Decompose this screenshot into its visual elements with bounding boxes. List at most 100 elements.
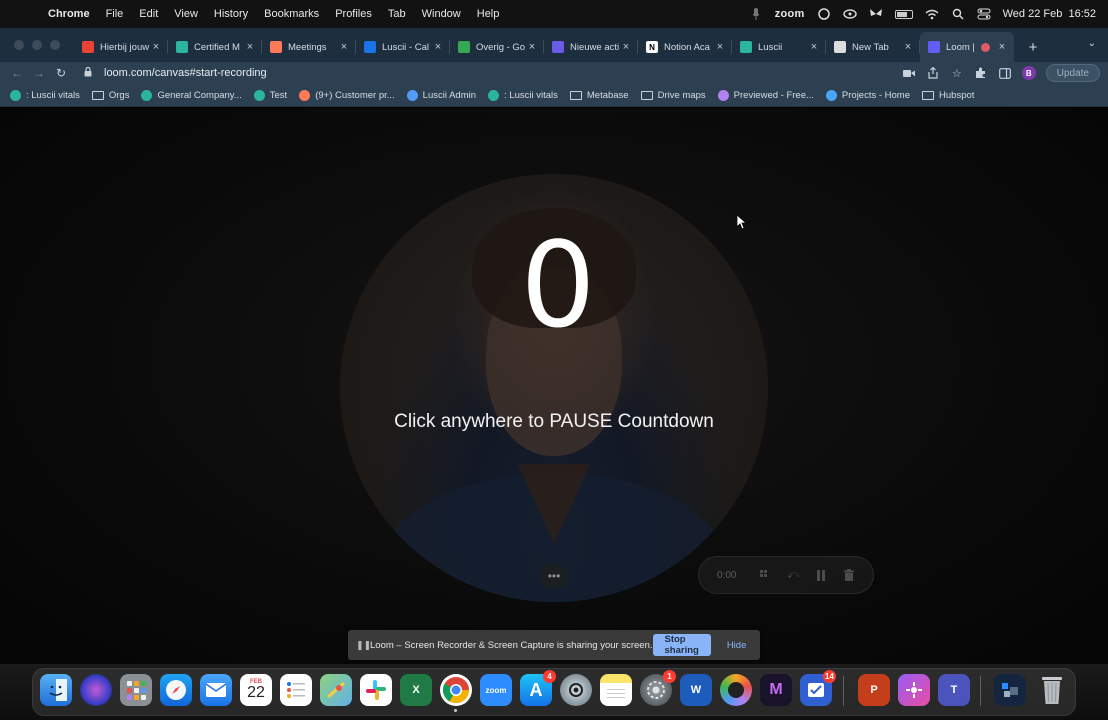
- wifi-icon[interactable]: [925, 7, 939, 21]
- tab-search-chevron-icon[interactable]: ⌄: [1088, 38, 1096, 49]
- hide-sharing-bar-button[interactable]: Hide: [721, 640, 753, 651]
- zoom-window-button[interactable]: [50, 40, 60, 50]
- tab-calendar[interactable]: Luscii - Cal ×: [356, 32, 450, 62]
- control-center-icon[interactable]: [977, 7, 991, 21]
- microphone-icon[interactable]: [749, 7, 763, 21]
- word-icon[interactable]: W: [680, 674, 712, 706]
- url-text[interactable]: loom.com/canvas#start-recording: [104, 67, 267, 79]
- tab-drive[interactable]: Overig - Go ×: [450, 32, 544, 62]
- bookmark-item[interactable]: Projects - Home: [825, 89, 910, 101]
- bookmark-item[interactable]: : Luscii vitals: [10, 89, 80, 101]
- forward-button[interactable]: →: [28, 66, 50, 80]
- menu-edit[interactable]: Edit: [131, 8, 166, 20]
- reload-button[interactable]: ↻: [50, 66, 72, 80]
- zoom-status-item[interactable]: zoom: [775, 8, 805, 20]
- update-button[interactable]: Update: [1045, 64, 1100, 82]
- share-icon[interactable]: [926, 66, 940, 80]
- menu-bookmarks[interactable]: Bookmarks: [256, 8, 327, 20]
- close-window-button[interactable]: [14, 40, 24, 50]
- tab-hubspot[interactable]: Meetings ×: [262, 32, 356, 62]
- reminders-icon[interactable]: [280, 674, 312, 706]
- tab-gmail[interactable]: Hierbij jouw ×: [74, 32, 168, 62]
- camera-in-use-icon[interactable]: [902, 66, 916, 80]
- bookmark-item[interactable]: (9+) Customer pr...: [299, 89, 395, 101]
- tab-luscii[interactable]: Luscii ×: [732, 32, 826, 62]
- address-bar[interactable]: loom.com/canvas#start-recording: [84, 62, 964, 84]
- teams-icon[interactable]: T: [938, 674, 970, 706]
- calendar-icon[interactable]: FEB 22: [240, 674, 272, 706]
- maps-icon[interactable]: [320, 674, 352, 706]
- minimize-window-button[interactable]: [32, 40, 42, 50]
- notes-icon[interactable]: [600, 674, 632, 706]
- tab-luscii[interactable]: Certified M ×: [168, 32, 262, 62]
- screen-capture-camera-icon[interactable]: [560, 674, 592, 706]
- tab-linear[interactable]: Nieuwe acti ×: [544, 32, 638, 62]
- tab-chrome[interactable]: New Tab ×: [826, 32, 920, 62]
- menu-history[interactable]: History: [206, 8, 256, 20]
- app-store-icon[interactable]: A 4: [520, 670, 556, 706]
- undo-restart-icon[interactable]: ⤺: [785, 567, 801, 583]
- launchpad-icon[interactable]: [120, 674, 152, 706]
- close-tab-icon[interactable]: ×: [338, 41, 350, 53]
- finder-icon[interactable]: [40, 674, 72, 706]
- loom-recording-canvas[interactable]: 0 Click anywhere to PAUSE Countdown ••• …: [0, 108, 1108, 664]
- system-settings-icon[interactable]: 1: [640, 670, 676, 706]
- butterfly-icon[interactable]: [869, 7, 883, 21]
- downloads-stack-icon[interactable]: [994, 674, 1026, 706]
- bookmark-item[interactable]: General Company...: [141, 89, 242, 101]
- bookmark-item[interactable]: : Luscii vitals: [488, 89, 558, 101]
- battery-icon[interactable]: [894, 9, 913, 19]
- close-tab-icon[interactable]: ×: [150, 41, 162, 53]
- zoom-app-icon[interactable]: zoom: [480, 674, 512, 706]
- bookmark-item[interactable]: Hubspot: [922, 90, 974, 101]
- close-tab-icon[interactable]: ×: [620, 41, 632, 53]
- profile-avatar[interactable]: B: [1021, 66, 1036, 80]
- menu-tab[interactable]: Tab: [380, 8, 414, 20]
- menu-window[interactable]: Window: [414, 8, 469, 20]
- chrome-icon[interactable]: [440, 674, 472, 712]
- bookmark-item[interactable]: Metabase: [569, 90, 629, 101]
- extensions-puzzle-icon[interactable]: [974, 66, 988, 80]
- back-button[interactable]: ←: [6, 66, 28, 80]
- bookmark-item[interactable]: Drive maps: [640, 90, 706, 101]
- close-tab-icon[interactable]: ×: [714, 41, 726, 53]
- drag-handle-icon[interactable]: ❚❚: [356, 640, 371, 651]
- creative-cloud-icon[interactable]: [817, 7, 831, 21]
- close-tab-icon[interactable]: ×: [526, 41, 538, 53]
- menu-app-name[interactable]: Chrome: [40, 8, 98, 20]
- loom-app-icon[interactable]: [898, 674, 930, 706]
- tab-notion[interactable]: N Notion Aca ×: [638, 32, 732, 62]
- menu-profiles[interactable]: Profiles: [327, 8, 380, 20]
- close-tab-icon[interactable]: ×: [996, 41, 1008, 53]
- close-tab-icon[interactable]: ×: [902, 41, 914, 53]
- bookmark-star-icon[interactable]: ☆: [950, 66, 964, 80]
- menu-view[interactable]: View: [166, 8, 206, 20]
- menu-bar-clock[interactable]: Wed 22 Feb 16:52: [1003, 8, 1096, 20]
- bubble-more-options-button[interactable]: •••: [540, 564, 568, 588]
- drawing-tools-icon[interactable]: [757, 567, 773, 583]
- safari-icon[interactable]: [160, 674, 192, 706]
- bookmark-item[interactable]: Previewed - Free...: [717, 89, 814, 101]
- excel-icon[interactable]: X: [400, 674, 432, 706]
- pause-recording-icon[interactable]: [813, 567, 829, 583]
- bookmark-item[interactable]: Luscii Admin: [406, 89, 476, 101]
- mail-icon[interactable]: [200, 674, 232, 706]
- arc-browser-icon[interactable]: [720, 674, 752, 706]
- tab-loom[interactable]: Loom | ×: [920, 32, 1014, 62]
- lock-icon[interactable]: [84, 66, 94, 79]
- menu-file[interactable]: File: [98, 8, 132, 20]
- side-panel-icon[interactable]: [998, 66, 1012, 80]
- siri-icon[interactable]: [80, 674, 112, 706]
- powerpoint-icon[interactable]: P: [858, 674, 890, 706]
- sync-icon[interactable]: [842, 7, 857, 21]
- slack-icon[interactable]: [360, 674, 392, 706]
- close-tab-icon[interactable]: ×: [432, 41, 444, 53]
- stop-sharing-button[interactable]: Stop sharing: [652, 634, 711, 656]
- bookmark-item[interactable]: Orgs: [91, 90, 129, 101]
- delete-recording-icon[interactable]: [841, 567, 857, 583]
- close-tab-icon[interactable]: ×: [244, 41, 256, 53]
- spotlight-search-icon[interactable]: [951, 7, 965, 21]
- pause-countdown-instruction[interactable]: Click anywhere to PAUSE Countdown: [340, 411, 768, 433]
- close-tab-icon[interactable]: ×: [808, 41, 820, 53]
- trash-icon[interactable]: [1036, 674, 1068, 706]
